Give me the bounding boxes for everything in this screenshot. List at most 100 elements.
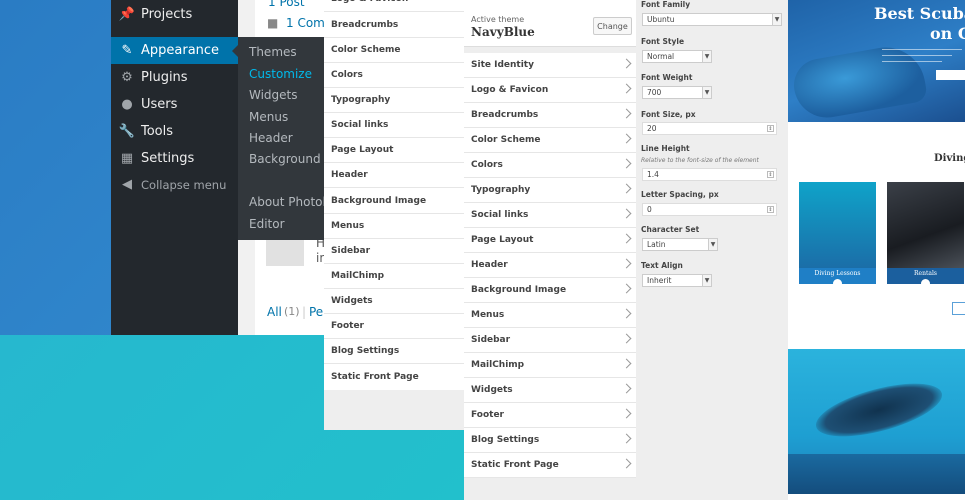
menu-item-tools[interactable]: 🔧 Tools [111, 118, 238, 145]
chevron-right-icon [621, 58, 632, 69]
theme-name: NavyBlue [471, 25, 535, 39]
change-theme-button[interactable]: Change [593, 17, 632, 35]
submenu-themes[interactable]: Themes [249, 45, 297, 59]
hero-banner: Best Scuba on C [788, 0, 965, 122]
section-logo-favicon[interactable]: Logo & Favicon [464, 78, 636, 103]
stepper-icon[interactable]: ⇕ [767, 125, 774, 132]
section-mailchimp[interactable]: MailChimp [464, 353, 636, 378]
chevron-right-icon [621, 158, 632, 169]
chevron-right-icon [621, 283, 632, 294]
section-typography[interactable]: Typography [324, 88, 464, 113]
section-label: Static Front Page [471, 460, 559, 470]
side-button[interactable] [952, 302, 965, 315]
text-align-select[interactable]: Inherit ▼ [642, 274, 712, 287]
hero-button[interactable] [936, 70, 965, 80]
section-mailchimp[interactable]: MailChimp [324, 264, 464, 289]
comment-icon: ■ [267, 16, 279, 30]
chevron-right-icon [621, 258, 632, 269]
submenu-widgets[interactable]: Widgets [249, 88, 298, 102]
section-color-scheme[interactable]: Color Scheme [324, 38, 464, 63]
section-background-image[interactable]: Background Image [324, 189, 464, 214]
filter-next-link[interactable]: Per [309, 305, 324, 319]
filter-separator: | [302, 305, 307, 319]
section-breadcrumbs[interactable]: Breadcrumbs [464, 103, 636, 128]
section-background-image[interactable]: Background Image [464, 278, 636, 303]
collapse-menu-button[interactable]: ◀ Collapse menu [111, 171, 238, 198]
dropdown-arrow-icon: ▼ [702, 87, 711, 98]
section-widgets[interactable]: Widgets [464, 378, 636, 403]
section-colors[interactable]: Colors [464, 153, 636, 178]
character-set-value: Latin [647, 240, 666, 249]
dropdown-arrow-icon: ▼ [708, 239, 717, 250]
section-logo-favicon[interactable]: Logo & Favicon [324, 0, 464, 12]
post-count-link[interactable]: 1 Post [268, 0, 305, 9]
section-footer[interactable]: Footer [464, 403, 636, 428]
section-colors[interactable]: Colors [324, 63, 464, 88]
section-page-layout[interactable]: Page Layout [464, 228, 636, 253]
section-social-links[interactable]: Social links [324, 113, 464, 138]
stepper-icon[interactable]: ⇕ [767, 206, 774, 213]
comments-link[interactable]: 1 Comm [286, 16, 324, 30]
section-site-identity[interactable]: Site Identity [464, 53, 636, 78]
section-menus[interactable]: Menus [324, 214, 464, 239]
section-breadcrumbs[interactable]: Breadcrumbs [324, 13, 464, 38]
section-footer[interactable]: Footer [324, 314, 464, 339]
font-size-value: 20 [647, 124, 657, 133]
section-color-scheme[interactable]: Color Scheme [464, 128, 636, 153]
section-blog-settings[interactable]: Blog Settings [464, 428, 636, 453]
menu-item-users[interactable]: ● Users [111, 91, 238, 118]
section-header[interactable]: Header [324, 163, 464, 188]
card-rentals[interactable]: Rentals [887, 182, 964, 288]
card-arrow-icon [921, 279, 930, 288]
menu-item-label: Settings [141, 151, 195, 166]
font-family-select[interactable]: Ubuntu ▼ [642, 13, 782, 26]
card-caption: Rentals [914, 270, 937, 277]
card-caption: Diving Lessons [814, 270, 861, 277]
section-blog-settings[interactable]: Blog Settings [324, 339, 464, 364]
dropdown-arrow-icon: ▼ [702, 51, 711, 62]
section-sidebar[interactable]: Sidebar [464, 328, 636, 353]
active-theme-label: Active theme [471, 15, 525, 24]
section-label: Color Scheme [471, 135, 541, 145]
chevron-right-icon [621, 333, 632, 344]
menu-item-projects[interactable]: 📌 Projects [111, 1, 238, 28]
section-static-front-page[interactable]: Static Front Page [464, 453, 636, 478]
section-typography[interactable]: Typography [464, 178, 636, 203]
section-menus[interactable]: Menus [464, 303, 636, 328]
menu-item-plugins[interactable]: ⚙ Plugins [111, 64, 238, 91]
reef-image [788, 349, 965, 494]
submenu-customize[interactable]: Customize [249, 67, 312, 81]
section-sidebar[interactable]: Sidebar [324, 239, 464, 264]
section-static-front-page[interactable]: Static Front Page [324, 364, 464, 389]
site-preview: Best Scuba on C Diving Diving Lessons Re… [788, 0, 965, 500]
character-set-select[interactable]: Latin ▼ [642, 238, 718, 251]
letter-spacing-input[interactable]: 0 ⇕ [642, 203, 777, 216]
line-height-input[interactable]: 1.4 ⇕ [642, 168, 777, 181]
font-family-value: Ubuntu [647, 15, 675, 24]
section-label: Widgets [471, 385, 513, 395]
section-header[interactable]: Header [464, 253, 636, 278]
section-label: Page Layout [471, 235, 534, 245]
menu-item-appearance[interactable]: ✎ Appearance [111, 37, 239, 64]
chevron-right-icon [621, 383, 632, 394]
menu-item-settings[interactable]: ▦ Settings [111, 145, 238, 172]
diver-image [810, 372, 948, 448]
card-diving-lessons[interactable]: Diving Lessons [799, 182, 876, 288]
section-label: MailChimp [471, 360, 525, 370]
submenu-editor[interactable]: Editor [249, 217, 285, 231]
submenu-header[interactable]: Header [249, 131, 293, 145]
section-social-links[interactable]: Social links [464, 203, 636, 228]
hero-title: Best Scuba [874, 4, 965, 23]
submenu-menus[interactable]: Menus [249, 110, 288, 124]
section-label: Blog Settings [471, 435, 540, 445]
submenu-background[interactable]: Background [249, 152, 321, 166]
section-page-layout[interactable]: Page Layout [324, 138, 464, 163]
filter-all-link[interactable]: All [267, 305, 282, 319]
font-weight-select[interactable]: 700 ▼ [642, 86, 712, 99]
font-style-select[interactable]: Normal ▼ [642, 50, 712, 63]
stepper-icon[interactable]: ⇕ [767, 171, 774, 178]
character-set-label: Character Set [641, 225, 700, 234]
section-widgets[interactable]: Widgets [324, 289, 464, 314]
font-size-input[interactable]: 20 ⇕ [642, 122, 777, 135]
collapse-menu-label: Collapse menu [141, 177, 227, 192]
